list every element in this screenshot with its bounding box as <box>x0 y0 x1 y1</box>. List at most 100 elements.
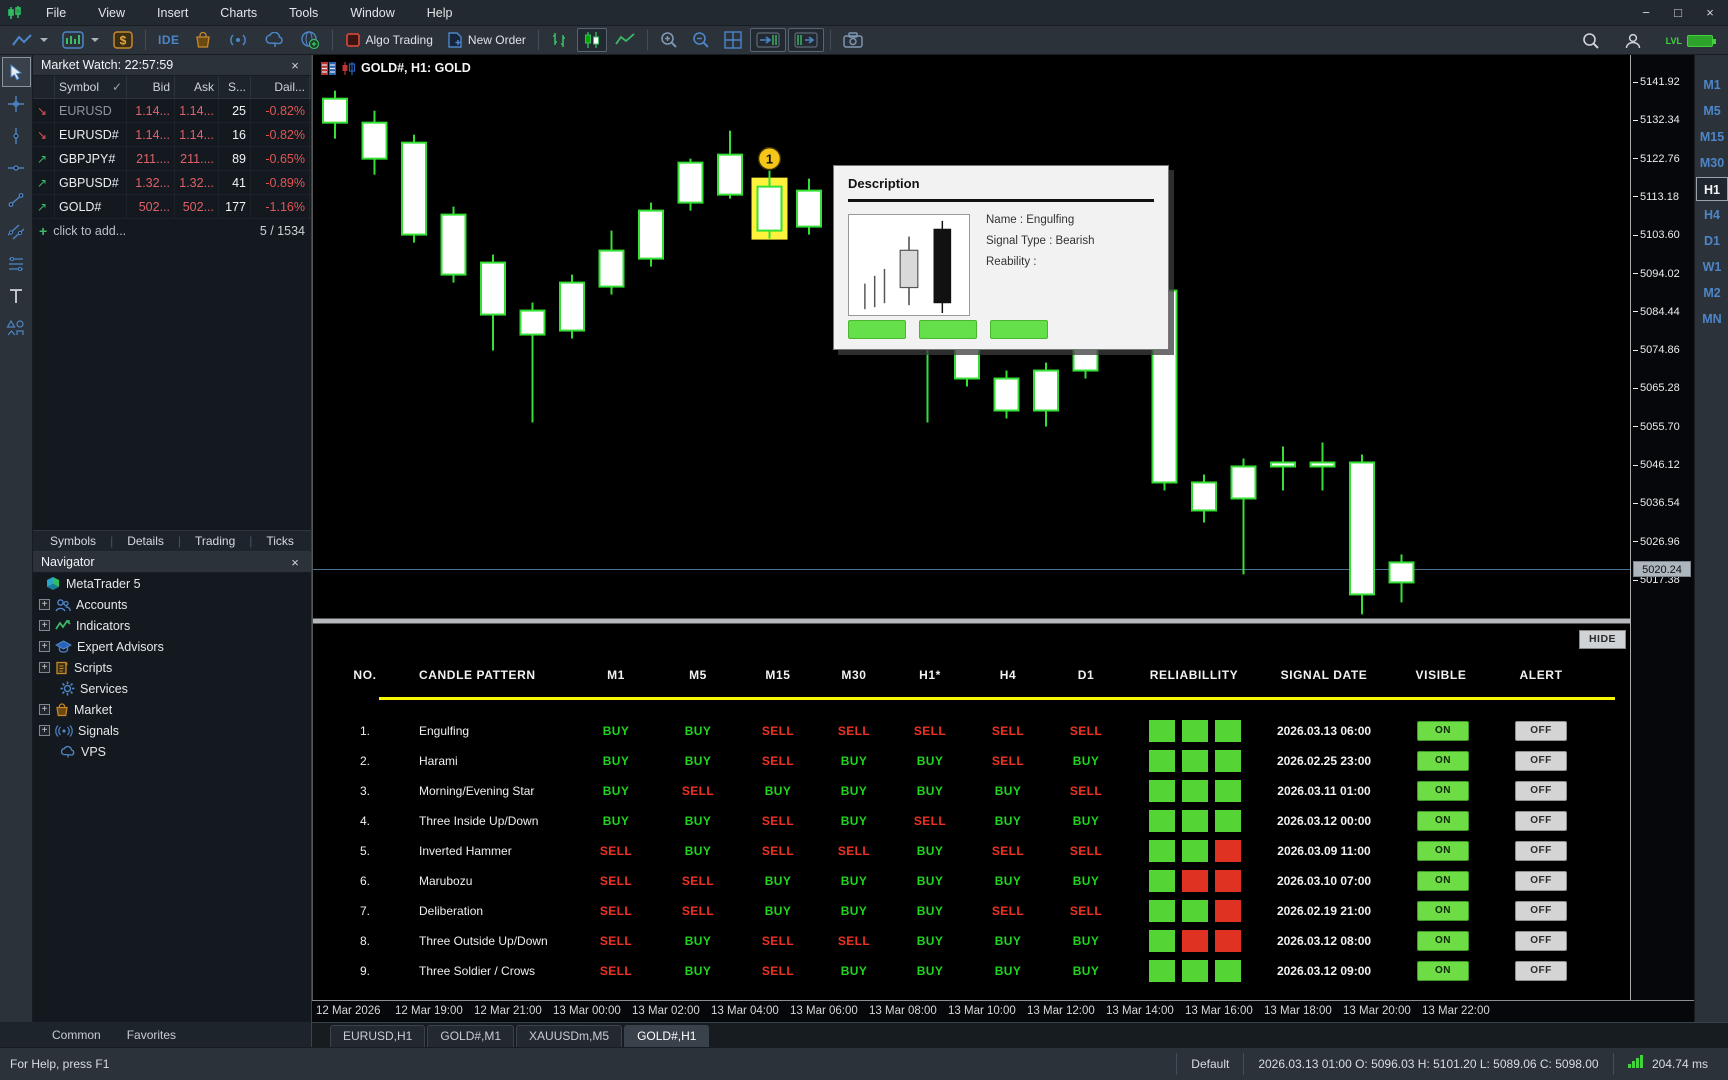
alert-toggle[interactable]: OFF <box>1515 811 1567 831</box>
hide-button[interactable]: HIDE <box>1579 630 1626 649</box>
market-watch-row[interactable]: ↘EURUSD1.14...1.14...25-0.82% <box>33 99 311 123</box>
navigator-item-accounts[interactable]: +Accounts <box>33 594 311 615</box>
navigator-item-services[interactable]: Services <box>33 678 311 699</box>
text-tool-button[interactable] <box>2 281 31 311</box>
auto-scroll-button[interactable] <box>750 28 786 52</box>
visible-toggle[interactable]: ON <box>1417 931 1469 951</box>
expand-icon[interactable]: + <box>39 725 50 736</box>
column-header-dail[interactable]: Dail... <box>251 76 310 99</box>
time-axis[interactable]: 12 Mar 202612 Mar 19:0012 Mar 21:0013 Ma… <box>312 1000 1694 1022</box>
alert-toggle[interactable]: OFF <box>1515 871 1567 891</box>
column-header-icon[interactable] <box>33 76 55 99</box>
market-button[interactable] <box>188 28 218 52</box>
expand-icon[interactable]: + <box>39 704 50 715</box>
column-header-bid[interactable]: Bid <box>127 76 175 99</box>
market-watch-row[interactable]: ↗GBPUSD#1.32...1.32...41-0.89% <box>33 171 311 195</box>
timeframe-h4-button[interactable]: H4 <box>1696 203 1728 227</box>
alert-toggle[interactable]: OFF <box>1515 931 1567 951</box>
alert-toggle[interactable]: OFF <box>1515 721 1567 741</box>
tab-favorites[interactable]: Favorites <box>115 1025 188 1045</box>
timeframe-w1-button[interactable]: W1 <box>1696 255 1728 279</box>
visible-toggle[interactable]: ON <box>1417 871 1469 891</box>
profile-name[interactable]: Default <box>1176 1053 1243 1075</box>
bar-chart-type-button[interactable] <box>545 28 575 52</box>
expand-icon[interactable]: + <box>39 620 50 631</box>
visible-toggle[interactable]: ON <box>1417 751 1469 771</box>
algo-trading-button[interactable]: Algo Trading <box>339 28 439 52</box>
column-header-symbol[interactable]: Symbol ✓ <box>55 76 127 99</box>
new-order-button[interactable]: New Order <box>441 28 532 52</box>
connection-status-button[interactable]: LVL <box>1660 29 1719 53</box>
timeframe-d1-button[interactable]: D1 <box>1696 229 1728 253</box>
market-watch-row[interactable]: ↘EURUSD#1.14...1.14...16-0.82% <box>33 123 311 147</box>
channel-tool-button[interactable] <box>2 217 31 247</box>
expand-icon[interactable]: + <box>39 599 50 610</box>
tab-ticks[interactable]: Ticks <box>256 530 304 552</box>
alert-toggle[interactable]: OFF <box>1515 901 1567 921</box>
metaeditor-ide-button[interactable]: IDE <box>152 28 186 52</box>
vertical-line-tool-button[interactable] <box>2 121 31 151</box>
menu-help[interactable]: Help <box>411 0 469 26</box>
candlestick-type-button[interactable] <box>577 28 607 52</box>
navigator-item-signals[interactable]: +Signals <box>33 720 311 741</box>
menu-insert[interactable]: Insert <box>141 0 204 26</box>
chart-window[interactable]: GOLD#, H1: GOLD 1 Description <box>312 55 1630 1022</box>
tab-common[interactable]: Common <box>40 1025 113 1045</box>
chart-tab-gold--h1[interactable]: GOLD#,H1 <box>624 1025 709 1047</box>
tab-symbols[interactable]: Symbols <box>40 530 106 552</box>
alert-toggle[interactable]: OFF <box>1515 841 1567 861</box>
cursor-tool-button[interactable] <box>2 57 31 87</box>
line-chart-type-button[interactable] <box>609 28 641 52</box>
visible-toggle[interactable]: ON <box>1417 721 1469 741</box>
alert-toggle[interactable]: OFF <box>1515 781 1567 801</box>
trade-panel-button[interactable]: $ <box>107 28 139 52</box>
menu-tools[interactable]: Tools <box>273 0 334 26</box>
alert-toggle[interactable]: OFF <box>1515 751 1567 771</box>
chart-profile-button[interactable] <box>5 28 54 52</box>
search-button[interactable] <box>1576 29 1606 53</box>
horizontal-line-tool-button[interactable] <box>2 153 31 183</box>
timeframe-m1-button[interactable]: M1 <box>1696 73 1728 97</box>
expand-icon[interactable]: + <box>39 662 50 673</box>
navigator-item-scripts[interactable]: +Scripts <box>33 657 311 678</box>
menu-file[interactable]: File <box>30 0 82 26</box>
tile-windows-button[interactable] <box>718 28 748 52</box>
navigator-item-metatrader-5[interactable]: MetaTrader 5 <box>33 573 311 594</box>
timeframe-mn-button[interactable]: MN <box>1696 307 1728 331</box>
visible-toggle[interactable]: ON <box>1417 901 1469 921</box>
fibonacci-tool-button[interactable] <box>2 249 31 279</box>
tab-details[interactable]: Details <box>117 530 174 552</box>
account-button[interactable] <box>1618 29 1648 53</box>
navigator-item-indicators[interactable]: +Indicators <box>33 615 311 636</box>
visible-toggle[interactable]: ON <box>1417 811 1469 831</box>
zoom-in-button[interactable] <box>654 28 684 52</box>
menu-view[interactable]: View <box>82 0 141 26</box>
copy-trading-button[interactable] <box>294 28 326 52</box>
navigator-item-vps[interactable]: VPS <box>33 741 311 762</box>
market-watch-close-icon[interactable]: × <box>287 58 303 73</box>
vps-cloud-button[interactable] <box>258 28 292 52</box>
navigator-item-market[interactable]: +Market <box>33 699 311 720</box>
tab-trading[interactable]: Trading <box>185 530 245 552</box>
alert-toggle[interactable]: OFF <box>1515 961 1567 981</box>
crosshair-tool-button[interactable] <box>2 89 31 119</box>
chart-shift-button[interactable] <box>788 28 824 52</box>
expand-icon[interactable]: + <box>39 641 50 652</box>
market-watch-add-row[interactable]: + click to add... 5 / 1534 <box>33 219 311 243</box>
trendline-tool-button[interactable] <box>2 185 31 215</box>
visible-toggle[interactable]: ON <box>1417 781 1469 801</box>
market-watch-row[interactable]: ↗GOLD#502...502...177-1.16% <box>33 195 311 219</box>
column-header-ask[interactable]: Ask <box>175 76 219 99</box>
menu-window[interactable]: Window <box>334 0 410 26</box>
market-watch-row[interactable]: ↗GBPJPY#211....211....89-0.65% <box>33 147 311 171</box>
chart-tab-eurusd-h1[interactable]: EURUSD,H1 <box>330 1025 425 1047</box>
zoom-out-button[interactable] <box>686 28 716 52</box>
maximize-button[interactable]: □ <box>1664 3 1692 23</box>
timeframe-m2-button[interactable]: M2 <box>1696 281 1728 305</box>
chart-tab-gold--m1[interactable]: GOLD#,M1 <box>427 1025 514 1047</box>
timeframe-m30-button[interactable]: M30 <box>1696 151 1728 175</box>
price-axis[interactable]: 5141.925132.345122.765113.185103.605094.… <box>1630 55 1694 1000</box>
timeframe-h1-button[interactable]: H1 <box>1696 177 1728 201</box>
column-header-s[interactable]: S... <box>219 76 251 99</box>
navigator-close-icon[interactable]: × <box>287 555 303 570</box>
